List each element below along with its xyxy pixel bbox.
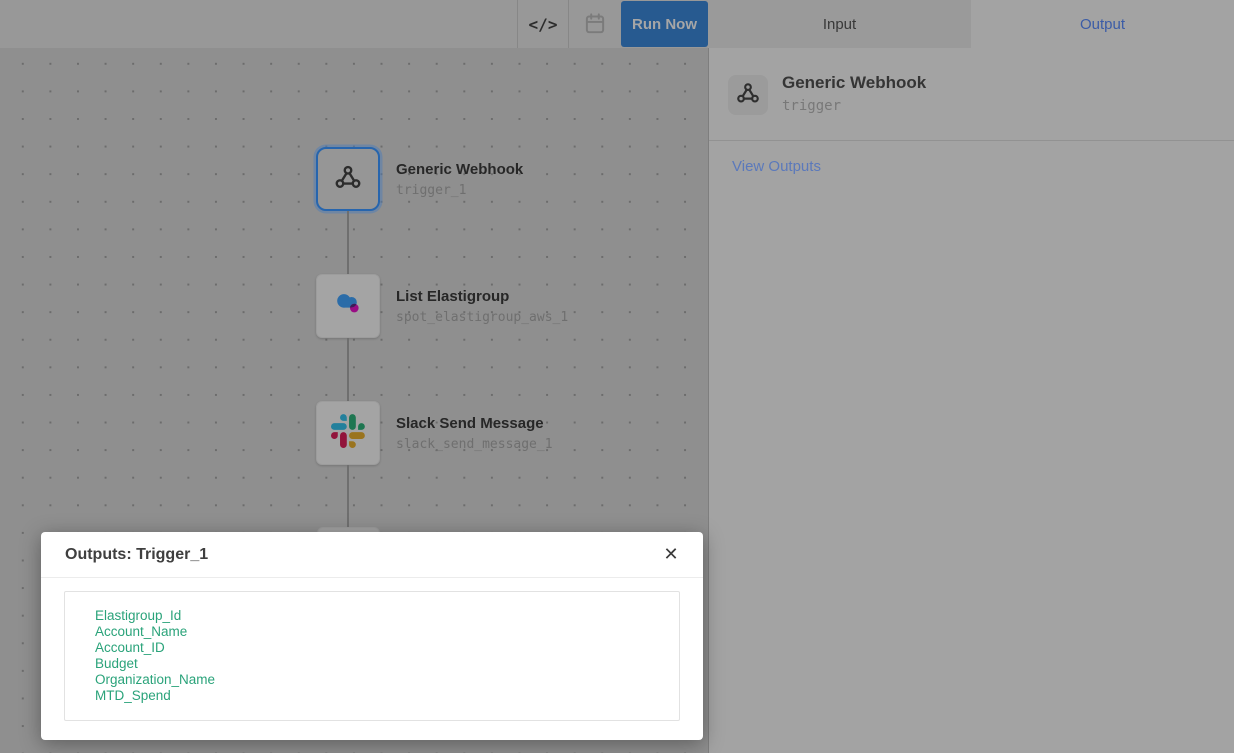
close-icon[interactable]: ✕ xyxy=(657,540,685,568)
calendar-icon xyxy=(582,10,608,39)
code-view-button[interactable]: </> xyxy=(518,0,568,48)
connector-line xyxy=(347,211,349,274)
node-list-elastigroup[interactable]: List Elastigroup spot_elastigroup_aws_1 xyxy=(316,274,568,338)
node-icon-box[interactable] xyxy=(316,401,380,465)
outputs-modal: Outputs: Trigger_1 ✕ Elastigroup_Id Acco… xyxy=(41,532,703,740)
panel-separator xyxy=(709,140,1234,141)
panel-node-type: trigger xyxy=(782,98,841,114)
output-item: Account_Name xyxy=(95,624,679,640)
node-icon-box[interactable] xyxy=(316,147,380,211)
output-item: Elastigroup_Id xyxy=(95,608,679,624)
outputs-list: Elastigroup_Id Account_Name Account_ID B… xyxy=(64,591,680,721)
node-label: Slack Send Message xyxy=(396,415,553,433)
node-step-id: trigger_1 xyxy=(396,183,523,198)
tab-input[interactable]: Input xyxy=(708,0,971,48)
slack-icon xyxy=(331,414,365,453)
panel-node-title: Generic Webhook xyxy=(782,73,926,93)
node-step-id: slack_send_message_1 xyxy=(396,437,553,452)
panel-node-icon-box xyxy=(728,75,768,115)
run-now-button[interactable]: Run Now xyxy=(621,1,708,47)
webhook-icon xyxy=(333,162,363,197)
node-label: Generic Webhook xyxy=(396,161,523,179)
output-panel: Generic Webhook trigger View Outputs xyxy=(708,48,1234,753)
node-label: List Elastigroup xyxy=(396,288,568,306)
connector-line xyxy=(347,465,349,527)
node-icon-box[interactable] xyxy=(316,274,380,338)
node-step-id: spot_elastigroup_aws_1 xyxy=(396,310,568,325)
connector-line xyxy=(347,338,349,401)
output-item: Organization_Name xyxy=(95,672,679,688)
schedule-button[interactable] xyxy=(569,0,621,48)
toolbar: </> Run Now xyxy=(0,0,708,48)
output-item: MTD_Spend xyxy=(95,688,679,704)
io-tabs: Input Output xyxy=(708,0,1234,48)
webhook-icon xyxy=(735,80,761,111)
view-outputs-link[interactable]: View Outputs xyxy=(732,158,821,175)
spot-cloud-icon xyxy=(330,286,366,327)
node-generic-webhook[interactable]: Generic Webhook trigger_1 xyxy=(316,147,523,211)
modal-title: Outputs: Trigger_1 xyxy=(65,546,208,564)
output-item: Account_ID xyxy=(95,640,679,656)
workflow-editor-app: </> Run Now Input Output xyxy=(0,0,1234,753)
modal-header: Outputs: Trigger_1 ✕ xyxy=(41,532,703,578)
node-slack-send-message[interactable]: Slack Send Message slack_send_message_1 xyxy=(316,401,553,465)
output-item: Budget xyxy=(95,656,679,672)
tab-output[interactable]: Output xyxy=(971,0,1234,48)
